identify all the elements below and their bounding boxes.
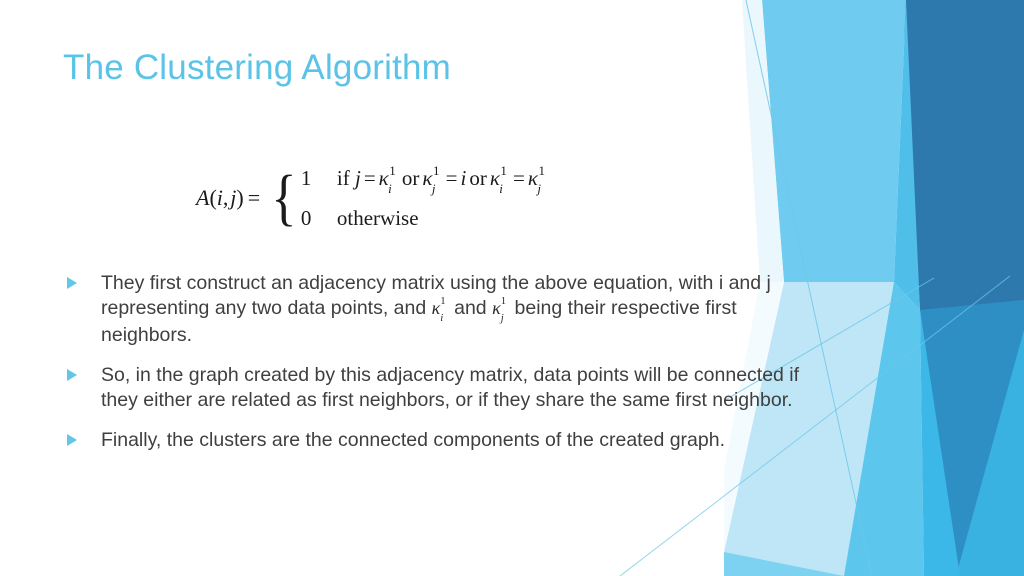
shape-mid-cyan-lower [920,310,960,576]
equation-c1-kappa-i: κ1i [378,162,396,197]
equation-case-one-value: 1 [300,166,312,190]
equation-left-hand-side: A(i, j) = [196,185,269,211]
equation-c1-or1: or [401,166,420,190]
equation-if-keyword: if [336,166,350,190]
triangle-right-icon [63,271,101,289]
equation-c1-kappa-i2: κ1i [489,162,507,197]
shape-pale-left-upper [742,0,784,282]
bullet-1-kappa-i: κ1i [431,294,446,324]
equation-comma: , [222,185,229,211]
bullet-1-part-2: and [448,296,493,319]
equation-c1-j: j [354,166,361,190]
triangle-right-icon [63,363,101,382]
shape-sky-cyan-lower-mid [844,282,924,576]
shape-sky-band-upper [762,0,906,282]
page-title: The Clustering Algorithm [63,48,452,87]
equation-case-one: 1 if j = κ1i or κ1j = i or κ1i = κ1j [300,162,548,197]
equation-case-two: 0 otherwise [301,206,548,231]
equation-close-paren: ) [236,185,244,211]
equation-c1-eq2: = [445,166,458,190]
equation-open-paren: ( [209,185,217,211]
list-item-text: They first construct an adjacency matrix… [101,271,803,348]
shape-overlay-light-bottom-right [956,330,1024,576]
shape-bottom-left-wash [724,552,844,576]
equation-symbol-a: A [196,185,210,211]
equation-case-one-condition: if j = κ1i or κ1j = i or κ1i = κ1j [336,162,548,197]
equation-c1-kappa-j2: κ1j [527,162,545,197]
list-item: They first construct an adjacency matrix… [63,271,803,348]
triangle-right-icon [63,428,101,447]
list-item: So, in the graph created by this adjacen… [63,363,803,413]
bullet-1-kappa-j: κ1j [492,294,507,324]
shape-steel-blue-wedge [920,300,1024,576]
shape-dark-blue-band [902,0,1024,576]
equation-case-two-condition: otherwise [336,206,419,231]
equation-cases: 1 if j = κ1i or κ1j = i or κ1i = κ1j 0 otherwise [300,162,548,231]
bullet-list: They first construct an adjacency matrix… [63,271,803,468]
shape-overlay-soft-lower [844,282,924,576]
slide: The Clustering Algorithm A(i, j) = { 1 if… [0,0,1024,576]
equation-equals-sign: = [247,185,261,211]
equation-c1-eq1: = [363,166,376,190]
equation-c1-or2: or [469,166,487,190]
equation-cases-brace: { [271,163,297,232]
list-item-text: So, in the graph created by this adjacen… [101,364,800,412]
adjacency-matrix-equation: A(i, j) = { 1 if j = κ1i or κ1j = i or κ1i = κ1j 0 … [196,162,548,232]
equation-case-two-value: 0 [300,206,312,231]
equation-c1-eq3: = [513,166,525,190]
shape-mid-cyan-upper [894,0,920,310]
list-item: Finally, the clusters are the connected … [63,428,803,453]
list-item-text: Finally, the clusters are the connected … [101,429,725,452]
equation-c1-kappa-j: κ1j [422,162,440,197]
